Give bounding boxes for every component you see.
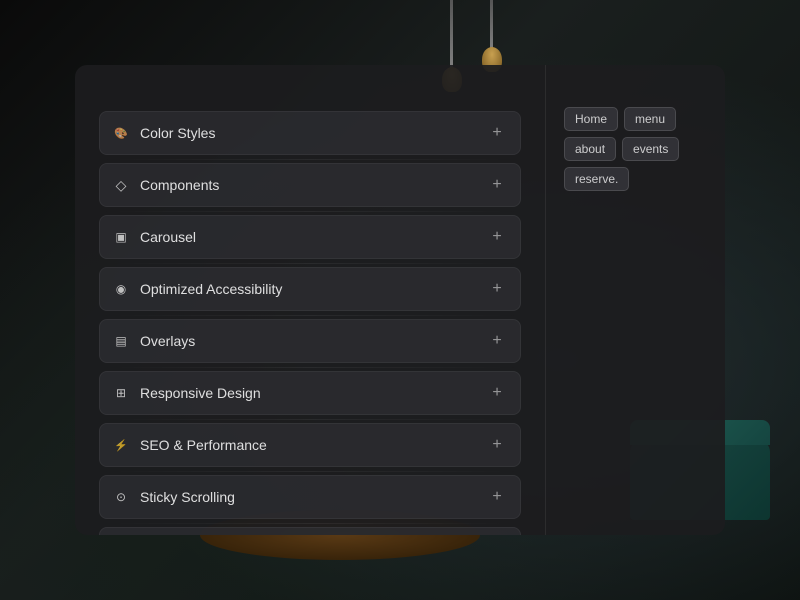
feature-label-components: Components bbox=[140, 177, 219, 193]
bolt-icon bbox=[112, 436, 130, 454]
feature-divider-3 bbox=[99, 315, 521, 316]
scroll-icon bbox=[112, 488, 130, 506]
feature-item-components[interactable]: Components + bbox=[99, 163, 521, 207]
feature-item-left-sticky-scrolling: Sticky Scrolling bbox=[112, 488, 235, 506]
feature-item-color-styles[interactable]: Color Styles + bbox=[99, 111, 521, 155]
feature-divider-5 bbox=[99, 419, 521, 420]
feature-item-text-styles[interactable]: Text Styles + bbox=[99, 527, 521, 535]
feature-item-left-color-styles: Color Styles bbox=[112, 124, 215, 142]
pages-section: Homemenu aboutevents reserve. bbox=[545, 65, 725, 535]
feature-add-btn-components[interactable]: + bbox=[486, 174, 508, 196]
feature-label-responsive-design: Responsive Design bbox=[140, 385, 261, 401]
features-list: Color Styles + Components + Carousel + O… bbox=[99, 111, 521, 535]
feature-label-sticky-scrolling: Sticky Scrolling bbox=[140, 489, 235, 505]
main-panel: Color Styles + Components + Carousel + O… bbox=[75, 65, 725, 535]
feature-item-responsive-design[interactable]: Responsive Design + bbox=[99, 371, 521, 415]
grid-icon bbox=[112, 384, 130, 402]
feature-item-seo-performance[interactable]: SEO & Performance + bbox=[99, 423, 521, 467]
lamp-decoration-2 bbox=[490, 0, 493, 60]
feature-divider-6 bbox=[99, 471, 521, 472]
diamond-icon bbox=[112, 176, 130, 194]
feature-add-btn-overlays[interactable]: + bbox=[486, 330, 508, 352]
feature-add-btn-optimized-accessibility[interactable]: + bbox=[486, 278, 508, 300]
eye-icon bbox=[112, 280, 130, 298]
feature-item-left-seo-performance: SEO & Performance bbox=[112, 436, 267, 454]
feature-divider-1 bbox=[99, 211, 521, 212]
feature-item-sticky-scrolling[interactable]: Sticky Scrolling + bbox=[99, 475, 521, 519]
square-icon bbox=[112, 228, 130, 246]
feature-add-btn-seo-performance[interactable]: + bbox=[486, 434, 508, 456]
layers-icon bbox=[112, 332, 130, 350]
feature-add-btn-color-styles[interactable]: + bbox=[486, 122, 508, 144]
page-tag-about[interactable]: about bbox=[564, 137, 616, 161]
page-tag-menu[interactable]: menu bbox=[624, 107, 676, 131]
feature-item-left-overlays: Overlays bbox=[112, 332, 195, 350]
feature-add-btn-sticky-scrolling[interactable]: + bbox=[486, 486, 508, 508]
feature-divider-2 bbox=[99, 263, 521, 264]
feature-item-left-components: Components bbox=[112, 176, 219, 194]
page-tag-events[interactable]: events bbox=[622, 137, 679, 161]
feature-label-seo-performance: SEO & Performance bbox=[140, 437, 267, 453]
feature-item-overlays[interactable]: Overlays + bbox=[99, 319, 521, 363]
palette-icon bbox=[112, 124, 130, 142]
feature-label-carousel: Carousel bbox=[140, 229, 196, 245]
feature-item-left-responsive-design: Responsive Design bbox=[112, 384, 261, 402]
feature-item-carousel[interactable]: Carousel + bbox=[99, 215, 521, 259]
feature-label-optimized-accessibility: Optimized Accessibility bbox=[140, 281, 282, 297]
feature-item-left-optimized-accessibility: Optimized Accessibility bbox=[112, 280, 282, 298]
page-tag-reserve[interactable]: reserve. bbox=[564, 167, 629, 191]
feature-label-color-styles: Color Styles bbox=[140, 125, 215, 141]
feature-add-btn-responsive-design[interactable]: + bbox=[486, 382, 508, 404]
features-section: Color Styles + Components + Carousel + O… bbox=[75, 65, 545, 535]
feature-item-left-carousel: Carousel bbox=[112, 228, 196, 246]
page-tag-home[interactable]: Home bbox=[564, 107, 618, 131]
feature-divider-4 bbox=[99, 367, 521, 368]
pages-grid: Homemenu aboutevents reserve. bbox=[564, 107, 707, 191]
feature-divider-7 bbox=[99, 523, 521, 524]
feature-label-overlays: Overlays bbox=[140, 333, 195, 349]
feature-add-btn-carousel[interactable]: + bbox=[486, 226, 508, 248]
feature-divider-0 bbox=[99, 159, 521, 160]
feature-item-optimized-accessibility[interactable]: Optimized Accessibility + bbox=[99, 267, 521, 311]
